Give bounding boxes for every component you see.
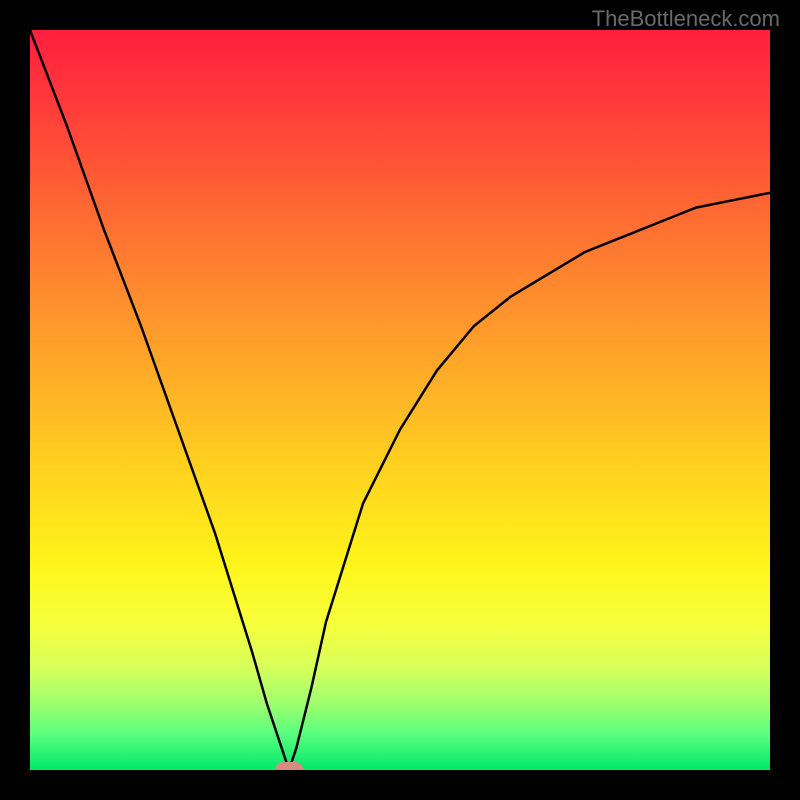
optimum-marker [275,762,303,770]
watermark-text: TheBottleneck.com [592,6,780,32]
chart-curve [30,30,770,770]
plot-area [30,30,770,770]
